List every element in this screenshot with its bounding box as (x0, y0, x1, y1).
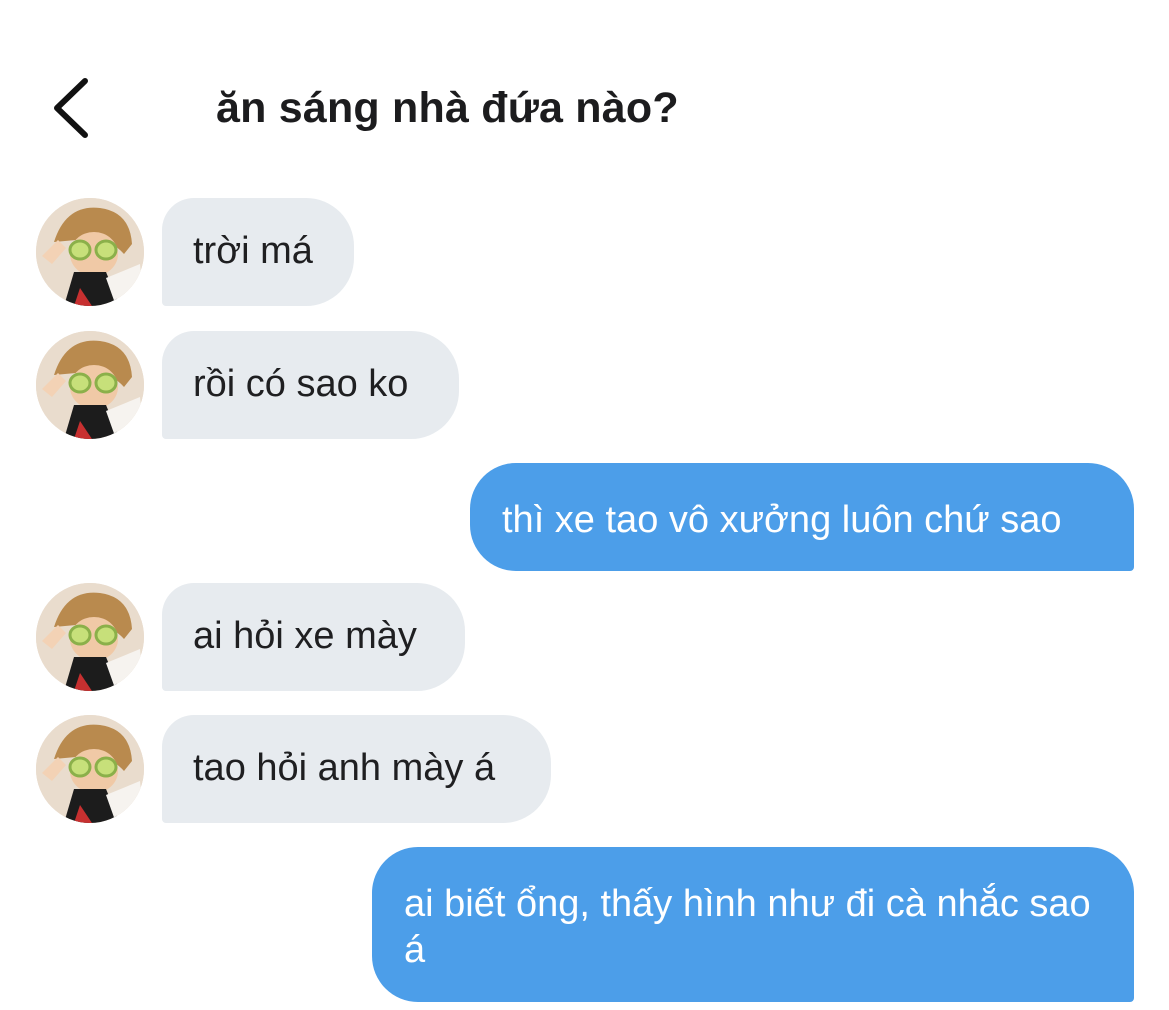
message-bubble-incoming: tao hỏi anh mày á (162, 715, 551, 823)
avatar[interactable] (36, 331, 144, 439)
avatar[interactable] (36, 198, 144, 306)
message-bubble-incoming: trời má (162, 198, 354, 306)
conversation-title: ăn sáng nhà đứa nào? (216, 84, 679, 132)
chevron-left-icon (54, 78, 88, 138)
chat-header: ăn sáng nhà đứa nào? (0, 0, 1169, 190)
avatar[interactable] (36, 715, 144, 823)
message-bubble-incoming: rồi có sao ko (162, 331, 459, 439)
back-button[interactable] (36, 70, 106, 146)
avatar[interactable] (36, 583, 144, 691)
message-bubble-outgoing: ai biết ổng, thấy hình như đi cà nhắc sa… (372, 847, 1134, 1002)
message-bubble-outgoing: thì xe tao vô xưởng luôn chứ sao (470, 463, 1134, 571)
message-bubble-incoming: ai hỏi xe mày (162, 583, 465, 691)
